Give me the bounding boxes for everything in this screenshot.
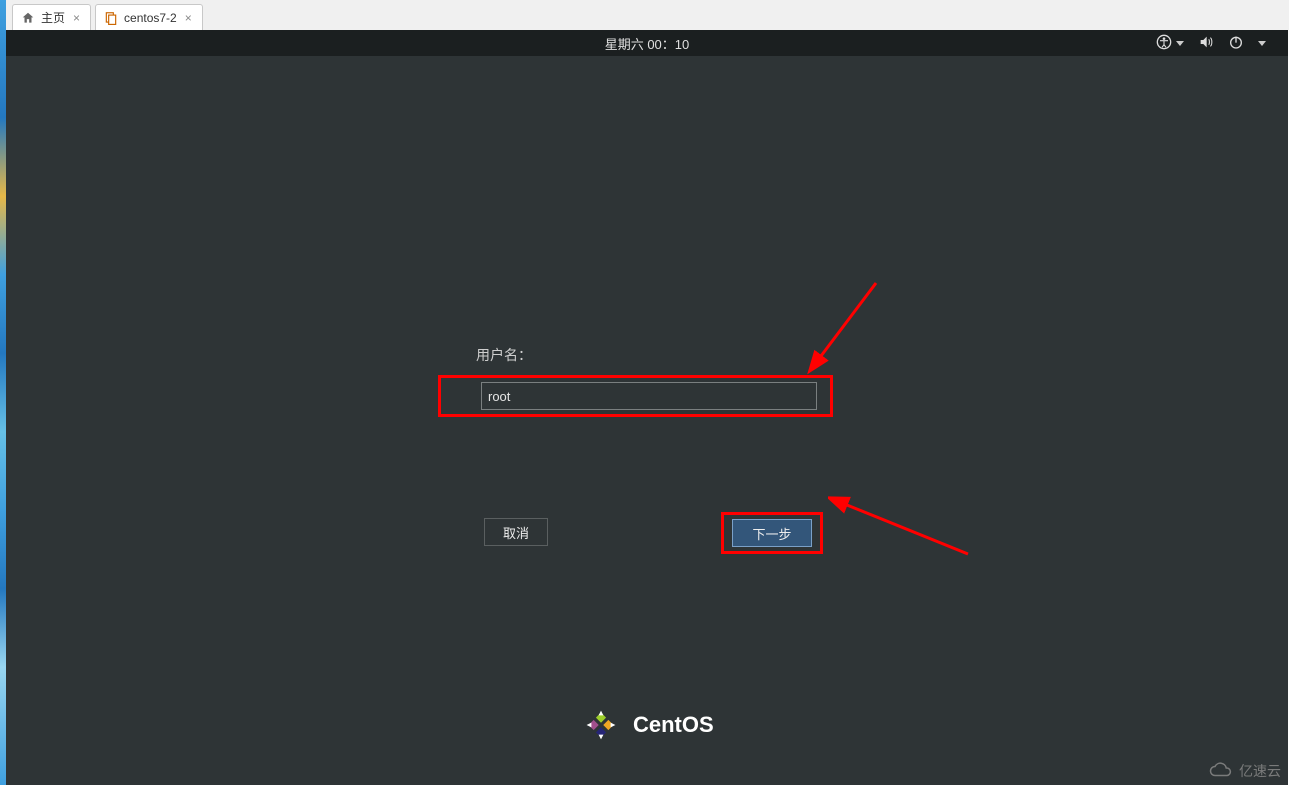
vm-guest-desktop: 星期六 00：10 用户名： 取消 下一步 [6,30,1288,785]
watermark: 亿速云 [1209,761,1281,781]
status-icons [1156,30,1266,56]
centos-logo-icon [581,705,621,745]
tab-home[interactable]: 主页 × [12,4,91,30]
login-form: 用户名： [476,345,836,417]
annotation-box-username [438,375,833,417]
volume-icon[interactable] [1198,34,1214,53]
home-icon [21,11,35,25]
clock-text: 星期六 00：10 [605,34,690,53]
tab-centos7-2[interactable]: centos7-2 × [95,4,203,30]
centos-branding: CentOS [581,705,714,745]
gnome-top-bar: 星期六 00：10 [6,30,1288,56]
annotation-box-next: 下一步 [721,512,823,554]
close-icon[interactable]: × [71,12,82,24]
username-input[interactable] [481,382,817,410]
annotation-arrow [828,489,978,569]
power-icon[interactable] [1228,34,1244,53]
chevron-down-icon [1258,41,1266,46]
watermark-text: 亿速云 [1239,761,1281,781]
tab-home-label: 主页 [41,9,65,26]
accessibility-menu[interactable] [1156,34,1184,53]
cancel-button[interactable]: 取消 [484,518,548,546]
vmware-tab-bar: 主页 × centos7-2 × [6,0,1289,30]
tab-vm-label: centos7-2 [124,11,177,25]
centos-text: CentOS [633,712,714,738]
accessibility-icon [1156,34,1172,53]
chevron-down-icon [1176,41,1184,46]
login-buttons: 取消 下一步 [476,488,836,548]
close-icon[interactable]: × [183,12,194,24]
next-button[interactable]: 下一步 [732,519,812,547]
vm-icon [104,11,118,25]
username-label: 用户名： [476,345,836,365]
cloud-icon [1209,762,1233,780]
